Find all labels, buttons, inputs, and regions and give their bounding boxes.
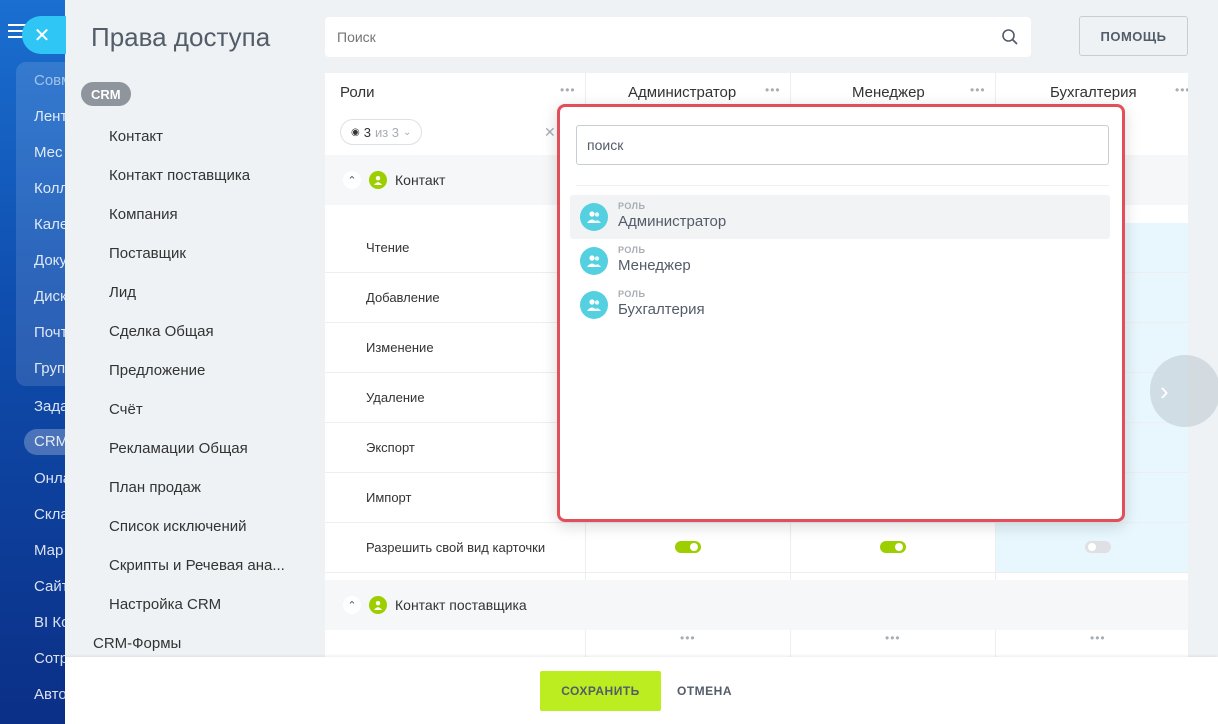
chevron-up-icon[interactable]: ⌃ [343, 596, 361, 614]
menu-item-lead[interactable]: Лид [109, 284, 136, 301]
role-group-icon [580, 247, 608, 275]
nav-item[interactable]: Мар [34, 542, 63, 559]
column-header-manager: Менеджер [852, 84, 925, 101]
permission-label: Экспорт [366, 440, 415, 455]
more-icon[interactable]: ••• [1175, 83, 1188, 97]
scroll-right-button[interactable]: › [1150, 355, 1218, 427]
nav-item[interactable]: CRM [34, 433, 68, 450]
chevron-up-icon[interactable]: ⌃ [343, 171, 361, 189]
nav-item[interactable]: Сотр [34, 650, 68, 667]
close-slider-button[interactable]: ✕ [22, 16, 66, 54]
toggle-accounting[interactable] [1085, 541, 1111, 553]
menu-item-claims[interactable]: Рекламации Общая [109, 440, 248, 457]
nav-item[interactable]: Скла [34, 506, 69, 523]
save-button[interactable]: СОХРАНИТЬ [540, 671, 661, 711]
role-caption: РОЛЬ [618, 289, 646, 299]
role-group-icon [580, 291, 608, 319]
search-icon[interactable] [1001, 28, 1019, 46]
menu-item-sales-plan[interactable]: План продаж [109, 479, 201, 496]
nav-item[interactable]: Колл [34, 180, 68, 197]
menu-item-supplier[interactable]: Поставщик [109, 245, 186, 262]
roles-filter-chip[interactable]: ◉ 3 из 3 ⌄ [340, 119, 423, 145]
permission-label: Добавление [366, 290, 440, 305]
nav-item[interactable]: Зада [34, 398, 69, 415]
menu-item-quote[interactable]: Предложение [109, 362, 205, 379]
menu-item-crm-forms[interactable]: CRM-Формы [93, 635, 181, 652]
divider [576, 185, 1109, 186]
role-selector-popup: РОЛЬ Администратор РОЛЬ Менеджер РОЛЬ Бу… [557, 104, 1125, 522]
nav-item[interactable]: Почт [34, 324, 67, 341]
section-title: Контакт поставщика [395, 597, 527, 613]
search-bar[interactable] [325, 17, 1031, 57]
role-caption: РОЛЬ [618, 245, 646, 255]
more-icon[interactable]: ••• [560, 83, 576, 97]
page-title: Права доступа [91, 22, 271, 52]
search-input[interactable] [337, 29, 1001, 45]
permission-label: Удаление [366, 390, 425, 405]
menu-item-exclusions[interactable]: Список исключений [109, 518, 247, 535]
menu-item-company[interactable]: Компания [109, 206, 178, 223]
nav-item[interactable]: Доку [34, 252, 67, 269]
menu-item-crm-settings[interactable]: Настройка CRM [109, 596, 221, 613]
role-option-accounting[interactable]: РОЛЬ Бухгалтерия [570, 283, 1110, 327]
role-name: Менеджер [618, 257, 691, 274]
chevron-down-icon: ⌄ [403, 126, 412, 138]
role-search-input[interactable] [576, 125, 1109, 165]
role-name: Бухгалтерия [618, 301, 705, 318]
clear-filter-icon[interactable]: ✕ [544, 124, 556, 141]
help-button[interactable]: ПОМОЩЬ [1079, 16, 1188, 56]
permission-label: Разрешить свой вид карточки [366, 540, 546, 555]
toggle-admin[interactable] [675, 541, 701, 553]
roles-filter-total: из 3 [374, 124, 400, 140]
permission-row: Разрешить свой вид карточки [325, 523, 1188, 573]
permission-label: Импорт [366, 490, 412, 505]
column-header-accounting: Бухгалтерия [1050, 84, 1137, 101]
cancel-button[interactable]: ОТМЕНА [677, 671, 732, 711]
role-group-icon [580, 203, 608, 231]
nav-item[interactable]: Груп [34, 360, 65, 377]
roles-header: Роли [340, 84, 375, 101]
toggle-manager[interactable] [880, 541, 906, 553]
user-icon [369, 171, 387, 189]
role-option-manager[interactable]: РОЛЬ Менеджер [570, 239, 1110, 283]
close-icon: ✕ [33, 24, 51, 47]
nav-item[interactable]: Сайт [34, 578, 69, 595]
role-option-admin[interactable]: РОЛЬ Администратор [570, 195, 1110, 239]
more-icon[interactable]: ••• [680, 631, 696, 645]
nav-item[interactable]: Авто [34, 686, 67, 703]
nav-item[interactable]: Мес [34, 144, 63, 161]
more-icon[interactable]: ••• [970, 83, 986, 97]
more-icon[interactable]: ••• [765, 83, 781, 97]
column-header-admin: Администратор [628, 84, 737, 101]
section-title: Контакт [395, 172, 446, 188]
menu-item-contact[interactable]: Контакт [109, 128, 163, 145]
nav-item[interactable]: Диск [34, 288, 67, 305]
permission-label: Изменение [366, 340, 434, 355]
roles-filter-count: 3 [363, 124, 371, 140]
eye-icon: ◉ [351, 126, 360, 138]
footer-bar: СОХРАНИТЬ ОТМЕНА [65, 657, 1218, 724]
chevron-right-icon: › [1160, 375, 1169, 406]
role-name: Администратор [618, 213, 727, 230]
more-icon[interactable]: ••• [1090, 631, 1106, 645]
more-icon[interactable]: ••• [885, 631, 901, 645]
user-icon [369, 596, 387, 614]
permission-label: Чтение [366, 240, 410, 255]
section-row-supplier-contact[interactable]: ⌃ Контакт поставщика [325, 580, 1188, 630]
nav-item[interactable]: Кале [34, 216, 68, 233]
role-caption: РОЛЬ [618, 201, 646, 211]
menu-item-invoice[interactable]: Счёт [109, 401, 143, 418]
menu-item-supplier-contact[interactable]: Контакт поставщика [109, 167, 250, 184]
nav-item[interactable]: Лент [34, 108, 67, 125]
menu-item-deal[interactable]: Сделка Общая [109, 323, 214, 340]
menu-item-scripts[interactable]: Скрипты и Речевая ана... [109, 557, 285, 574]
menu-crm-badge[interactable]: CRM [81, 82, 131, 106]
